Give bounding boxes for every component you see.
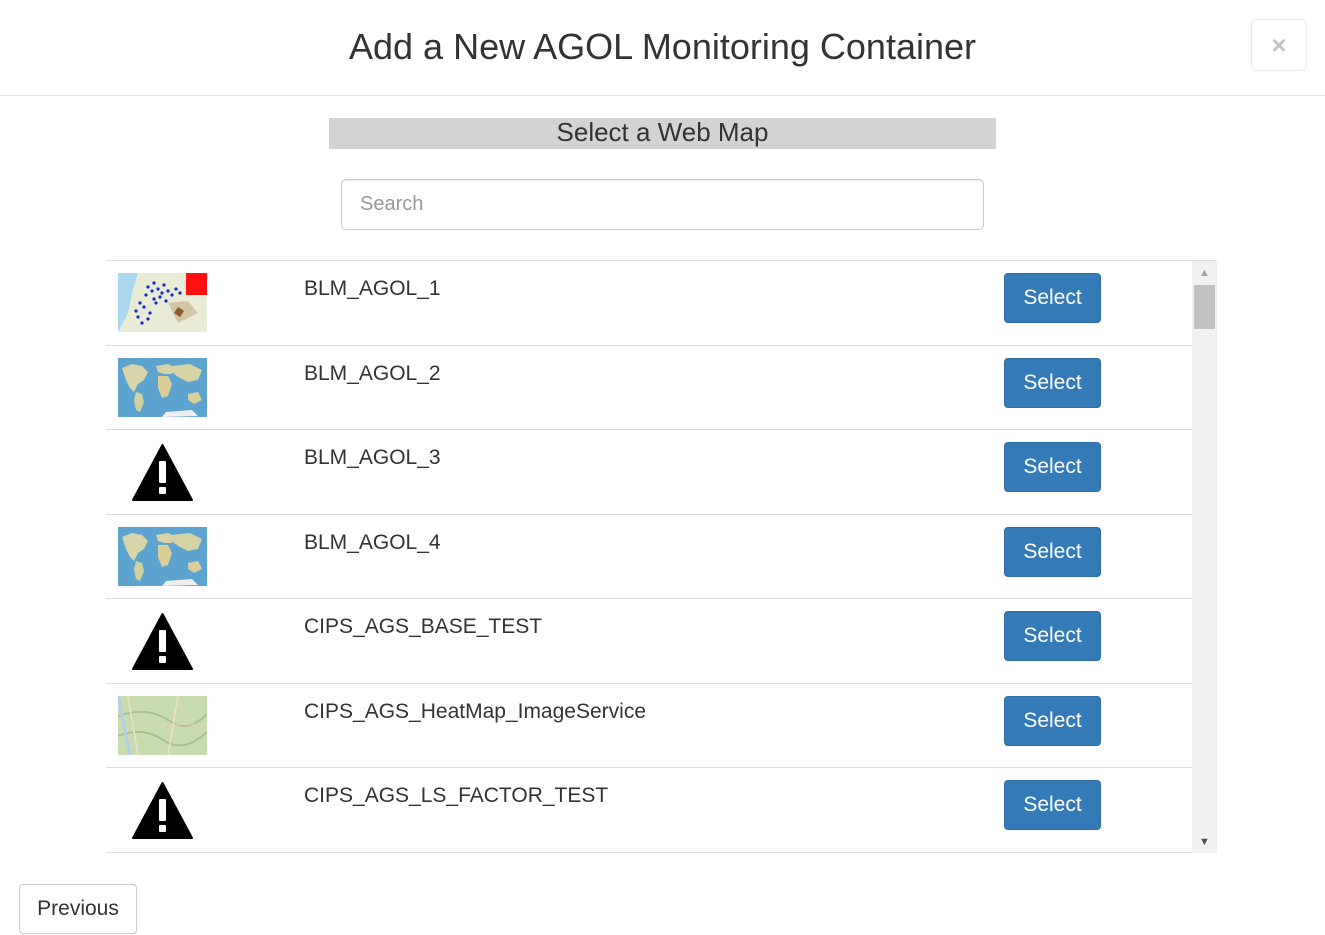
webmap-row: BLM_AGOL_4 Select — [106, 515, 1192, 599]
select-button[interactable]: Select — [1004, 357, 1101, 408]
scrollbar[interactable]: ▲ ▼ — [1192, 261, 1217, 853]
webmap-name: CIPS_AGS_HeatMap_ImageService — [304, 699, 646, 723]
warning-icon — [118, 611, 207, 670]
topo-map-thumbnail — [118, 695, 207, 755]
modal-title: Add a New AGOL Monitoring Container — [349, 26, 976, 67]
section-title: Select a Web Map — [329, 118, 996, 149]
select-button[interactable]: Select — [1004, 611, 1101, 661]
scroll-up-arrow-icon[interactable]: ▲ — [1192, 263, 1217, 283]
search-input[interactable] — [341, 179, 984, 230]
warning-icon — [118, 780, 207, 839]
scroll-thumb[interactable] — [1194, 285, 1215, 329]
webmap-name: CIPS_AGS_LS_FACTOR_TEST — [304, 784, 609, 807]
webmap-row: CIPS_AGS_BASE_TEST Select — [106, 599, 1192, 684]
select-button[interactable]: Select — [1004, 442, 1101, 492]
select-button[interactable]: Select — [1004, 273, 1101, 323]
webmap-name: BLM_AGOL_3 — [304, 446, 441, 469]
webmap-name: BLM_AGOL_2 — [304, 361, 441, 385]
webmap-row: BLM_AGOL_3 Select — [106, 430, 1192, 515]
map-thumbnail-points — [118, 273, 207, 332]
close-button[interactable]: × — [1251, 19, 1307, 71]
previous-button[interactable]: Previous — [19, 884, 137, 934]
select-button[interactable]: Select — [1004, 780, 1101, 830]
webmap-name: CIPS_AGS_BASE_TEST — [304, 615, 543, 638]
select-button[interactable]: Select — [1004, 695, 1101, 746]
world-map-thumbnail — [118, 357, 207, 417]
webmap-list: BLM_AGOL_1 Select BLM_AGOL_2 Select BLM_AGOL… — [106, 260, 1217, 853]
modal-header: Add a New AGOL Monitoring Container × — [0, 0, 1325, 96]
warning-icon — [118, 442, 207, 501]
webmap-name: BLM_AGOL_4 — [304, 530, 441, 554]
webmap-name: BLM_AGOL_1 — [304, 277, 441, 300]
world-map-thumbnail — [118, 526, 207, 586]
webmap-list-rows: BLM_AGOL_1 Select BLM_AGOL_2 Select BLM_AGOL… — [106, 261, 1192, 853]
webmap-row: BLM_AGOL_1 Select — [106, 261, 1192, 346]
scroll-down-arrow-icon[interactable]: ▼ — [1192, 832, 1217, 852]
webmap-row: BLM_AGOL_2 Select — [106, 346, 1192, 430]
webmap-row: CIPS_AGS_HeatMap_ImageService Select — [106, 684, 1192, 768]
webmap-row: CIPS_AGS_LS_FACTOR_TEST Select — [106, 768, 1192, 853]
select-button[interactable]: Select — [1004, 526, 1101, 577]
